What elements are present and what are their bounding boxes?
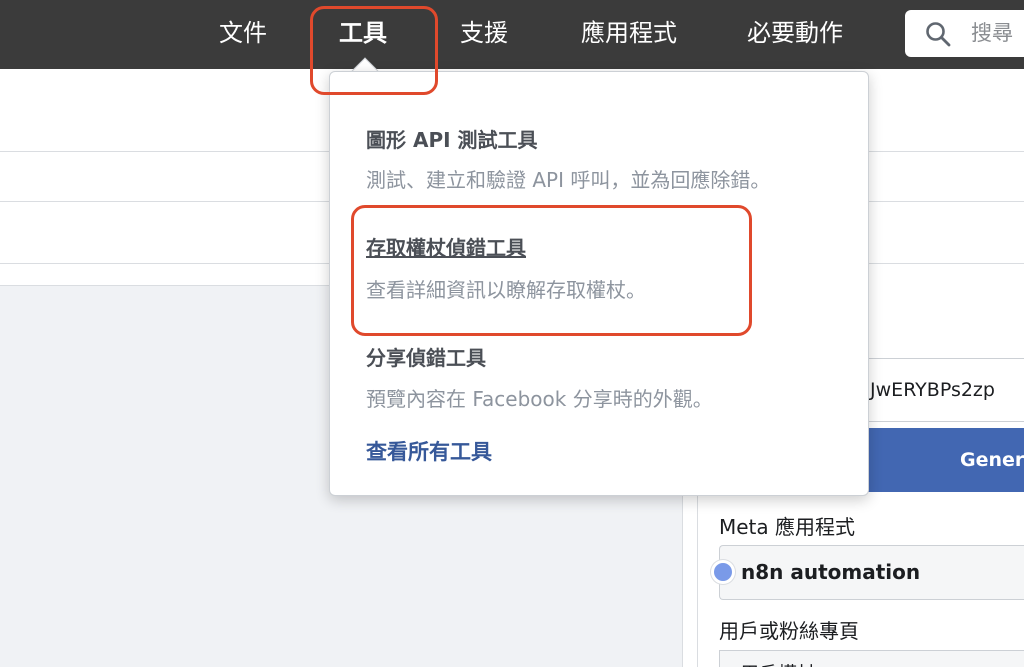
search-input[interactable]: 搜尋 (905, 10, 1024, 57)
access-token-debugger-highlight (351, 205, 752, 336)
user-or-page-label: 用戶或粉絲專頁 (719, 619, 859, 643)
top-navigation-bar: 文件 工具 支援 應用程式 必要動作 搜尋 (0, 0, 1024, 69)
meta-app-label: Meta 應用程式 (719, 515, 856, 539)
search-placeholder: 搜尋 (971, 21, 1013, 45)
menu-item-description: 測試、建立和驗證 API 呼叫，並為回應除錯。 (366, 168, 771, 192)
menu-item-graph-api-explorer[interactable]: 圖形 API 測試工具 (366, 124, 538, 153)
user-or-page-select[interactable]: 用戶權杖 (719, 650, 1024, 667)
nav-item-docs[interactable]: 文件 (219, 0, 267, 69)
app-name: n8n automation (741, 560, 921, 584)
nav-item-required-actions[interactable]: 必要動作 (747, 0, 843, 69)
nav-item-support[interactable]: 支援 (460, 0, 508, 69)
app-status-dot (711, 560, 735, 584)
view-all-tools-link[interactable]: 查看所有工具 (366, 436, 492, 466)
menu-item-description: 預覽內容在 Facebook 分享時的外觀。 (366, 387, 713, 411)
nav-item-apps[interactable]: 應用程式 (581, 0, 677, 69)
menu-item-sharing-debugger[interactable]: 分享偵錯工具 (366, 342, 486, 371)
search-icon (926, 22, 951, 47)
tools-nav-highlight (310, 6, 438, 95)
